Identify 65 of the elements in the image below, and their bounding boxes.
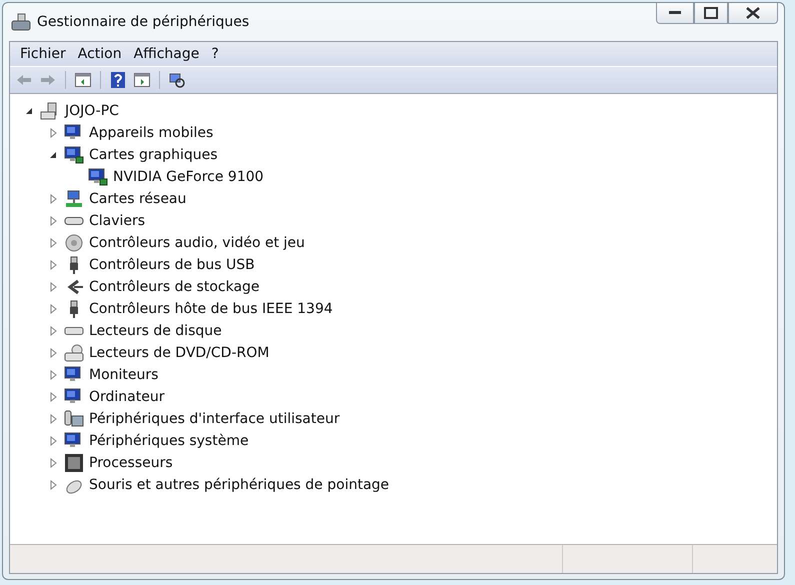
device-manager-icon bbox=[11, 13, 31, 31]
keyboard-icon bbox=[64, 217, 84, 225]
expand-icon[interactable] bbox=[48, 480, 58, 490]
expand-icon[interactable] bbox=[48, 458, 58, 468]
expand-icon[interactable] bbox=[48, 304, 58, 314]
expand-icon[interactable] bbox=[48, 326, 58, 336]
speaker-icon bbox=[64, 234, 84, 252]
expand-icon[interactable] bbox=[48, 348, 58, 358]
help-icon bbox=[111, 72, 125, 88]
display-adapter-icon bbox=[88, 168, 108, 186]
tree-item[interactable]: Lecteurs de disque bbox=[89, 323, 222, 339]
help-button[interactable] bbox=[108, 70, 128, 90]
disk-drive-icon bbox=[64, 327, 84, 335]
forward-arrow-icon bbox=[40, 74, 56, 86]
input-device-icon bbox=[64, 410, 84, 428]
expand-icon[interactable] bbox=[48, 260, 58, 270]
window-title: Gestionnaire de périphériques bbox=[37, 14, 250, 30]
collapse-icon[interactable] bbox=[24, 106, 34, 116]
maximize-button[interactable] bbox=[694, 3, 728, 24]
panel-icon bbox=[134, 73, 150, 87]
tree-item[interactable]: Contrôleurs de stockage bbox=[89, 279, 260, 295]
console-tree-button[interactable] bbox=[73, 70, 93, 90]
panel-icon bbox=[75, 73, 91, 87]
expand-icon[interactable] bbox=[48, 128, 58, 138]
close-icon bbox=[746, 7, 760, 19]
menu-item[interactable]: Fichier bbox=[14, 46, 72, 62]
expand-icon[interactable] bbox=[48, 194, 58, 204]
display-adapter-icon bbox=[64, 146, 84, 164]
tree-item[interactable]: NVIDIA GeForce 9100 bbox=[113, 169, 264, 185]
tree-item[interactable]: Appareils mobiles bbox=[89, 125, 214, 141]
action-pane-button[interactable] bbox=[132, 70, 152, 90]
expand-icon[interactable] bbox=[48, 392, 58, 402]
network-icon bbox=[64, 190, 84, 208]
tree-item[interactable]: Souris et autres périphériques de pointage bbox=[89, 477, 390, 493]
minimize-icon bbox=[669, 11, 681, 15]
expand-icon[interactable] bbox=[48, 414, 58, 424]
menu-item[interactable]: Action bbox=[72, 46, 128, 62]
menu-item[interactable]: ? bbox=[205, 46, 225, 62]
close-button[interactable] bbox=[728, 3, 778, 24]
optical-drive-icon bbox=[64, 344, 84, 362]
tree-item[interactable]: JOJO-PC bbox=[65, 103, 119, 119]
tree-item[interactable]: Contrôleurs de bus USB bbox=[89, 257, 255, 273]
menu-item[interactable]: Affichage bbox=[128, 46, 206, 62]
tree-item[interactable]: Lecteurs de DVD/CD-ROM bbox=[89, 345, 270, 361]
processor-icon bbox=[64, 454, 84, 472]
tree-item[interactable]: Processeurs bbox=[89, 455, 173, 471]
expand-icon[interactable] bbox=[48, 238, 58, 248]
tree-item[interactable]: Contrôleurs audio, vidéo et jeu bbox=[89, 235, 305, 251]
tree-item[interactable]: Cartes réseau bbox=[89, 191, 186, 207]
minimize-button[interactable] bbox=[656, 3, 694, 24]
expand-icon[interactable] bbox=[48, 370, 58, 380]
expand-icon[interactable] bbox=[48, 216, 58, 226]
collapse-icon[interactable] bbox=[48, 150, 58, 160]
tree-item[interactable]: Claviers bbox=[89, 213, 146, 229]
expand-icon[interactable] bbox=[48, 436, 58, 446]
maximize-icon bbox=[704, 7, 718, 19]
tree-item[interactable]: Périphériques système bbox=[89, 433, 249, 449]
back-arrow-icon bbox=[16, 74, 32, 86]
tree-item[interactable]: Périphériques d'interface utilisateur bbox=[89, 411, 340, 427]
computer-scan-icon bbox=[169, 72, 185, 88]
tree-item[interactable]: Contrôleurs hôte de bus IEEE 1394 bbox=[89, 301, 333, 317]
expand-icon[interactable] bbox=[48, 282, 58, 292]
tree-item[interactable]: Ordinateur bbox=[89, 389, 164, 405]
tree-item[interactable]: Moniteurs bbox=[89, 367, 158, 383]
tree-item[interactable]: Cartes graphiques bbox=[89, 147, 218, 163]
